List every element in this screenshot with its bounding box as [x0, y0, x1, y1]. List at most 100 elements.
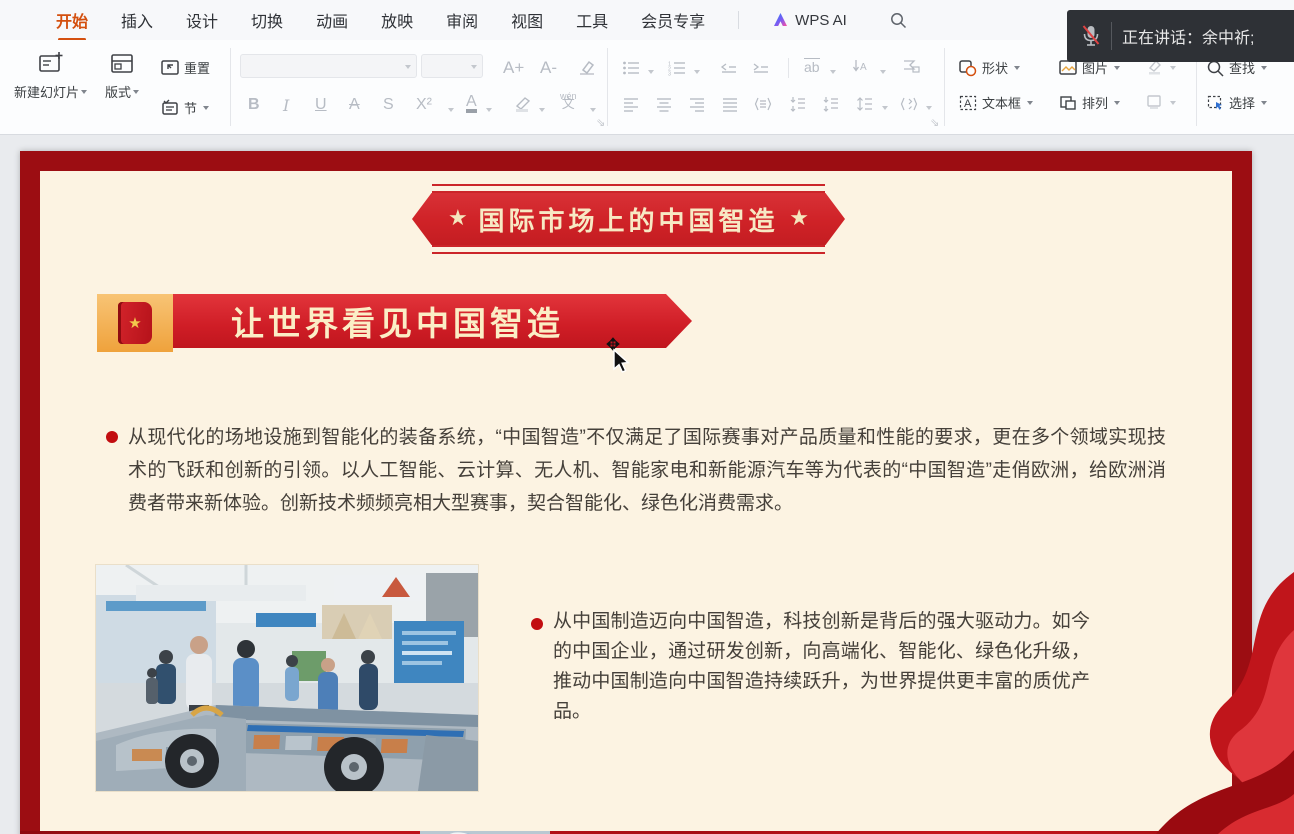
tab-member[interactable]: 会员专享 [641, 8, 705, 32]
section-icon [160, 99, 180, 117]
slide-frame-icon [1144, 93, 1164, 111]
bold-button[interactable]: B [248, 96, 260, 114]
numbered-list-button[interactable]: 123 [668, 60, 686, 76]
italic-button[interactable]: I [283, 96, 289, 115]
notification-divider [1111, 22, 1112, 50]
svg-text:A: A [964, 98, 972, 110]
font-color-dropdown[interactable] [486, 108, 492, 115]
new-slide-icon [37, 50, 65, 78]
space-after-button[interactable] [822, 96, 840, 112]
svg-text:A: A [860, 62, 867, 73]
body-text-2[interactable]: 从中国制造迈向中国智造，科技创新是背后的强大驱动力。如今的中国企业，通过研发创新… [553, 607, 1090, 727]
vertical-text-dropdown[interactable] [880, 70, 886, 77]
title-ribbon-shape: ★ 国际市场上的中国智造 ★ [412, 193, 845, 245]
bullet-marker [106, 431, 118, 443]
menu-divider [738, 11, 739, 29]
body-text-1[interactable]: 从现代化的场地设施到智能化的装备系统，“中国智造”不仅满足了国际赛事对产品质量和… [128, 421, 1166, 520]
align-left-button[interactable] [622, 96, 640, 112]
new-slide-button[interactable]: 新建幻灯片 [14, 50, 87, 101]
paragraph-settings-button[interactable] [900, 96, 918, 112]
section-label: 节 [184, 98, 197, 117]
increase-indent-button[interactable] [752, 60, 770, 76]
exhibition-photo[interactable] [96, 565, 478, 791]
wps-ai-logo-icon [772, 12, 789, 28]
text-shadow-button[interactable]: S [383, 96, 394, 114]
tab-tools[interactable]: 工具 [576, 8, 608, 32]
tab-insert[interactable]: 插入 [121, 8, 153, 32]
tab-slideshow[interactable]: 放映 [381, 8, 413, 32]
textbox-button[interactable]: A 文本框 [958, 93, 1033, 112]
numbered-list-dropdown[interactable] [694, 70, 700, 77]
pinyin-guide-button[interactable]: wén 文 [560, 92, 577, 108]
decrease-font-button[interactable]: A- [540, 58, 557, 78]
paragraph-settings-dropdown[interactable] [926, 106, 932, 113]
slide-subtitle: 让世界看见中国智造 [231, 297, 634, 345]
arrange-label: 排列 [1082, 93, 1108, 112]
tab-design[interactable]: 设计 [186, 8, 218, 32]
slide-title-banner[interactable]: ★ 国际市场上的中国智造 ★ [412, 193, 845, 245]
smartart-convert-button[interactable] [902, 58, 920, 74]
wps-ai-button[interactable]: WPS AI [772, 12, 847, 29]
align-center-button[interactable] [655, 96, 673, 112]
layout-button[interactable]: 版式 [105, 50, 139, 101]
font-color-button[interactable]: A [466, 94, 477, 113]
editor-canvas[interactable]: ★ 国际市场上的中国智造 ★ ★ 让世界看见中国智造 从现代化的场地设施到智能化… [0, 135, 1294, 834]
tab-transition[interactable]: 切换 [251, 8, 283, 32]
font-size-combo[interactable] [421, 54, 483, 78]
distribute-text-button[interactable] [754, 96, 772, 112]
arrange-icon [1058, 94, 1078, 112]
subtitle-badge[interactable]: ★ [97, 294, 173, 352]
text-direction-button[interactable]: ab [804, 58, 820, 75]
line-spacing-dropdown[interactable] [882, 106, 888, 113]
line-spacing-button[interactable] [856, 96, 874, 112]
paragraph-dialog-launcher[interactable]: ⇘ [930, 116, 939, 129]
select-label: 选择 [1229, 93, 1255, 112]
strikethrough-button[interactable]: A [349, 96, 360, 114]
textbox-icon: A [958, 94, 978, 112]
tab-review[interactable]: 审阅 [446, 8, 478, 32]
shapes-button[interactable]: 形状 [958, 58, 1020, 77]
tab-animation[interactable]: 动画 [316, 8, 348, 32]
text-direction-dropdown[interactable] [830, 70, 836, 77]
slide[interactable]: ★ 国际市场上的中国智造 ★ ★ 让世界看见中国智造 从现代化的场地设施到智能化… [20, 151, 1252, 834]
font-dialog-launcher[interactable]: ⇘ [596, 116, 605, 129]
shapes-icon [958, 59, 978, 77]
book-icon: ★ [118, 302, 152, 344]
space-before-button[interactable] [789, 96, 807, 112]
highlight-button[interactable] [512, 96, 534, 113]
superscript-button[interactable]: X² [416, 96, 432, 114]
align-right-button[interactable] [688, 96, 706, 112]
star-icon: ★ [448, 205, 468, 231]
superscript-dropdown[interactable] [448, 108, 454, 115]
vertical-text-button[interactable]: A [852, 58, 870, 74]
section-button[interactable]: 节 [160, 98, 209, 117]
underline-button[interactable]: U [315, 96, 327, 114]
bullet-list-dropdown[interactable] [648, 70, 654, 77]
speaking-notification: 正在讲话：余中祈; [1067, 10, 1294, 62]
decrease-indent-button[interactable] [720, 60, 738, 76]
svg-text:3: 3 [668, 72, 671, 77]
font-name-combo[interactable] [240, 54, 417, 78]
tab-home[interactable]: 开始 [56, 8, 88, 32]
search-icon[interactable] [890, 12, 907, 29]
subtitle-banner[interactable]: 让世界看见中国智造 [173, 294, 692, 348]
increase-font-button[interactable]: A+ [503, 58, 524, 78]
highlight-dropdown[interactable] [539, 108, 545, 115]
arrange-button[interactable]: 排列 [1058, 93, 1120, 112]
slide-frame-button[interactable] [1144, 93, 1176, 111]
justify-button[interactable] [721, 96, 739, 112]
tab-view[interactable]: 视图 [511, 8, 543, 32]
toolbar-subdivider [788, 58, 789, 78]
pinyin-char-label: 文 [560, 100, 577, 108]
bullet-list-button[interactable] [622, 60, 640, 76]
select-button[interactable]: 选择 [1206, 93, 1267, 112]
textbox-label: 文本框 [982, 93, 1021, 112]
pinyin-dropdown[interactable] [590, 108, 596, 115]
reset-icon [160, 59, 180, 77]
reset-button[interactable]: 重置 [160, 58, 210, 77]
toolbar-divider [607, 48, 608, 126]
clear-format-icon[interactable] [576, 58, 596, 76]
wps-presentation-window: 开始 插入 设计 切换 动画 放映 审阅 视图 工具 会员专享 WPS AI [0, 0, 1294, 834]
toolbar-divider [944, 48, 945, 126]
new-slide-label: 新建幻灯片 [14, 82, 79, 101]
